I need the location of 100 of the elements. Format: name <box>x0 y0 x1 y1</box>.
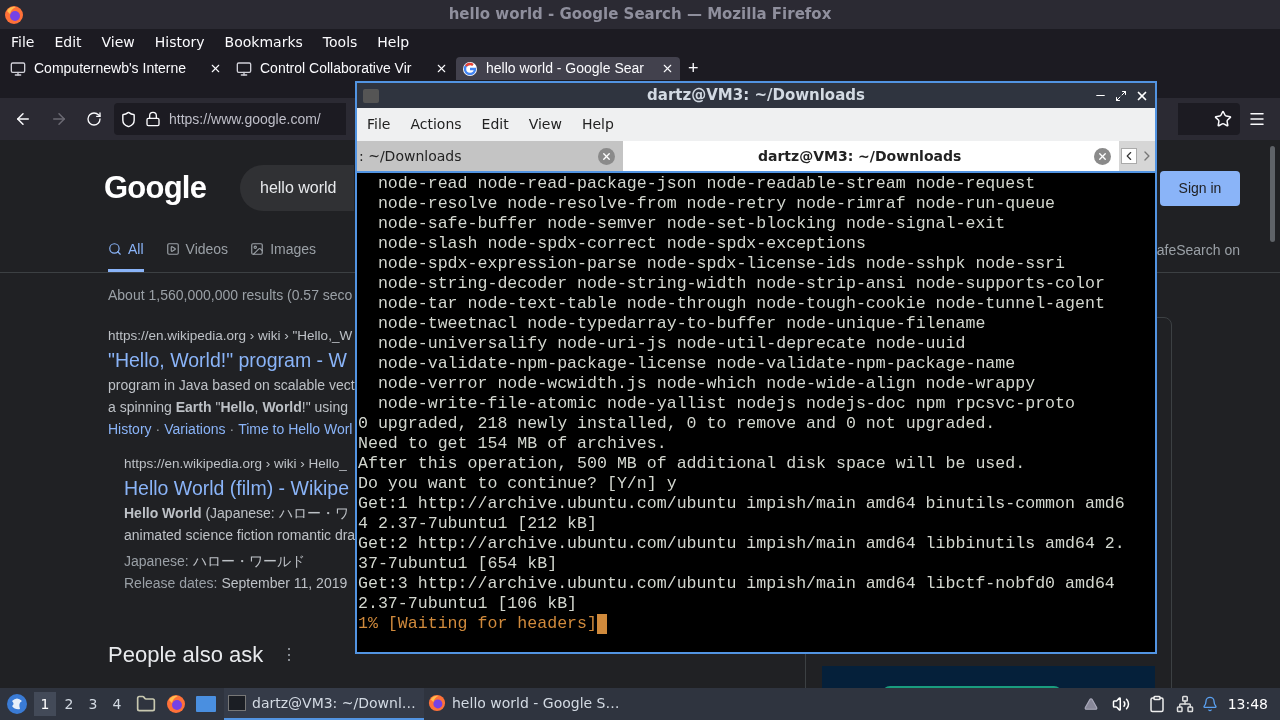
terminal-line: Get:3 http://archive.ubuntu.com/ubuntu impish/main amd64 libctf-nobfd0 amd64 <box>358 574 1115 594</box>
forward-icon[interactable] <box>50 110 68 128</box>
menu-item[interactable]: Edit <box>53 31 83 53</box>
menu-item[interactable]: View <box>100 31 136 53</box>
volume-icon[interactable] <box>1111 695 1130 713</box>
computer-icon <box>10 60 26 77</box>
search-query: hello world <box>260 178 337 199</box>
workspace-button[interactable]: 1 <box>34 692 56 716</box>
fact-value: ハロー・ワールド <box>192 552 305 571</box>
result-title[interactable]: "Hello, World!" program - W <box>108 345 347 374</box>
eject-icon[interactable] <box>1083 697 1098 711</box>
more-options-button[interactable]: ⋮ <box>281 642 298 667</box>
desktop-icon[interactable] <box>196 695 216 713</box>
new-tab-button[interactable]: + <box>688 57 699 79</box>
bookmark-star-icon[interactable] <box>1214 110 1232 128</box>
network-icon[interactable] <box>1175 695 1194 713</box>
workspace-button[interactable]: 3 <box>82 692 104 716</box>
menu-item[interactable]: History <box>153 31 206 53</box>
link-separator: · <box>155 419 161 439</box>
close-icon[interactable] <box>209 62 222 75</box>
reload-icon[interactable] <box>86 111 102 127</box>
terminal-tab[interactable]: dartz@VM3: ~/Downloads <box>623 141 1120 171</box>
result-snippet: program in Java based on scalable vect <box>108 375 355 395</box>
terminal-line: 37-7ubuntu1 [654 kB] <box>358 554 558 574</box>
search-tab[interactable]: All <box>108 229 144 272</box>
shield-icon <box>120 110 137 128</box>
section-heading: People also ask <box>108 641 264 669</box>
terminal-line: 1% [Waiting for headers] <box>358 614 597 634</box>
menu-item[interactable]: Help <box>376 31 411 53</box>
terminal-tab[interactable]: : ~/Downloads <box>357 141 623 171</box>
terminal-line: node-spdx-expression-parse node-spdx-license-ids node-sshpk node-ssri <box>376 254 1065 274</box>
result-stats: About 1,560,000,000 results (0.57 seco <box>108 285 353 305</box>
close-icon[interactable] <box>435 62 448 75</box>
browser-tab[interactable]: Control Collaborative Vir <box>230 57 454 80</box>
menu-item[interactable]: Help <box>581 114 614 135</box>
terminal-line: Do you want to continue? [Y/n] y <box>358 474 677 494</box>
result-url: https://en.wikipedia.org › wiki › "Hello,_W <box>108 326 353 345</box>
scrollbar[interactable] <box>1270 146 1275 242</box>
workspace-button[interactable]: 4 <box>106 692 128 716</box>
close-tab-icon[interactable] <box>1094 147 1112 165</box>
result-url: https://en.wikipedia.org › wiki › Hello_ <box>124 454 347 473</box>
search-tab[interactable]: Videos <box>165 229 229 272</box>
folder-icon[interactable] <box>136 694 156 714</box>
tab-title: hello world - Google Sear <box>486 59 644 78</box>
menu-item[interactable]: View <box>528 114 562 135</box>
terminal-line: Get:1 http://archive.ubuntu.com/ubuntu impish/main amd64 binutils-common amd6 <box>358 494 1125 514</box>
google-favicon-icon <box>462 60 478 77</box>
menu-item[interactable]: File <box>367 114 391 135</box>
fact-label: Release dates: <box>124 574 218 593</box>
url-text: https://www.google.com/ <box>169 109 321 129</box>
result-link[interactable]: Time to Hello Worl <box>238 417 353 440</box>
search-field[interactable]: hello world <box>240 165 354 212</box>
notification-icon[interactable] <box>1201 696 1218 712</box>
close-tab-icon[interactable] <box>598 147 615 165</box>
search-tab[interactable]: Images <box>250 229 317 272</box>
menu-item[interactable]: Bookmarks <box>223 31 304 53</box>
clock: 13:48 <box>1227 694 1268 714</box>
result-link[interactable]: History <box>108 417 152 440</box>
clipboard-icon[interactable] <box>1147 695 1166 713</box>
terminal-title: dartz@VM3: ~/Downloads <box>646 85 866 107</box>
back-icon[interactable] <box>14 110 32 128</box>
search-icon <box>108 242 122 256</box>
terminal-line: node-universalify node-uri-js node-util-deprecate node-uuid <box>376 334 966 354</box>
terminal-icon <box>363 88 379 103</box>
close-icon[interactable] <box>661 62 674 75</box>
tab-title: Control Collaborative Vir <box>260 59 412 78</box>
firefox-launcher-icon <box>166 694 186 714</box>
firefox-icon <box>4 4 24 25</box>
terminal-cursor <box>597 614 607 634</box>
menu-icon[interactable] <box>1248 110 1266 128</box>
menu-item[interactable]: File <box>10 31 36 53</box>
terminal-line: Need to get 154 MB of archives. <box>358 434 667 454</box>
workspace-button[interactable]: 2 <box>58 692 80 716</box>
terminal-line: node-resolve node-resolve-from node-retry node-rimraf node-run-queue <box>376 194 1056 214</box>
url-field[interactable]: https://www.google.com/ <box>114 103 346 135</box>
terminal-line: node-slash node-spdx-correct node-spdx-exceptions <box>376 234 866 254</box>
browser-tab[interactable]: Computernewb's Interne <box>4 57 228 80</box>
sign-in-button[interactable]: Sign in <box>1160 170 1240 206</box>
result-snippet: a spinning Earth "Hello, World!" using <box>108 397 348 417</box>
url-field-end[interactable] <box>1178 103 1240 135</box>
start-menu-icon[interactable] <box>6 693 28 715</box>
window-title: hello world - Google Search — Mozilla Firefox <box>447 4 833 26</box>
link-separator: · <box>229 419 235 439</box>
google-logo: Google <box>104 169 208 207</box>
menu-item[interactable]: Tools <box>321 31 359 53</box>
taskbar-task[interactable]: dartz@VM3: ~/Downl… <box>224 688 424 720</box>
browser-tab[interactable]: hello world - Google Sear <box>456 57 680 80</box>
taskbar-task[interactable]: hello world - Google S… <box>424 688 624 720</box>
result-snippet: animated science fiction romantic dra <box>124 526 356 545</box>
menu-item[interactable]: Actions <box>410 114 462 135</box>
terminal-line: node-read node-read-package-json node-readable-stream node-request <box>376 174 1036 194</box>
computer-icon <box>236 60 252 77</box>
result-link[interactable]: Variations <box>164 417 226 440</box>
terminal-line: node-tar node-text-table node-through node-tough-cookie node-tunnel-agent <box>376 294 1105 314</box>
terminal-line: 0 upgraded, 218 newly installed, 0 to remove and 0 not upgraded. <box>358 414 996 434</box>
terminal-line: node-write-file-atomic node-yallist nodejs nodejs-doc npm rpcsvc-proto <box>376 394 1075 414</box>
maximize-icon[interactable] <box>1115 89 1127 102</box>
result-title[interactable]: Hello World (film) - Wikipe <box>124 474 349 502</box>
scroll-left-icon[interactable] <box>1121 148 1138 164</box>
menu-item[interactable]: Edit <box>481 114 509 135</box>
